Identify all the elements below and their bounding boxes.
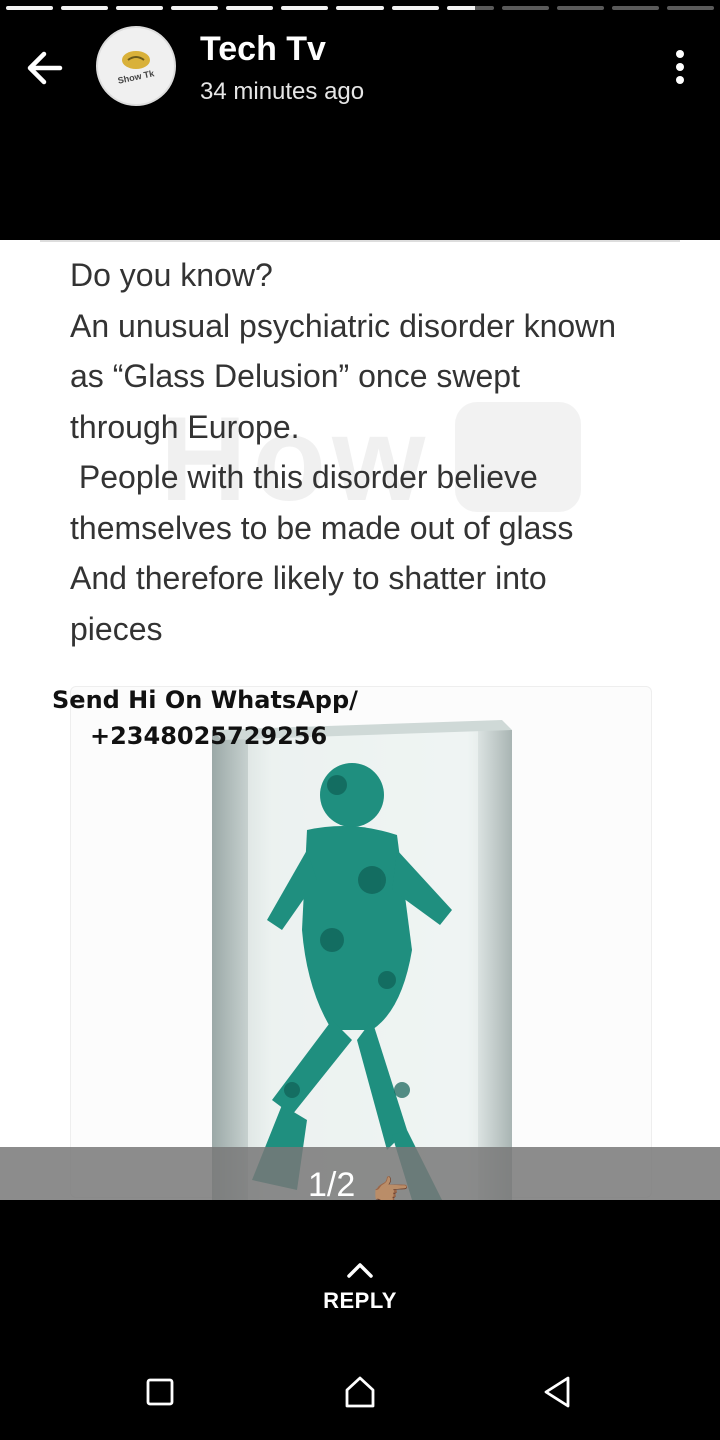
progress-segment — [281, 6, 329, 10]
progress-segment — [226, 6, 274, 10]
story-header: Show Tk Tech Tv 34 minutes ago — [0, 20, 720, 120]
back-arrow-icon[interactable] — [22, 44, 70, 92]
author-name[interactable]: Tech Tv — [200, 30, 326, 69]
recent-apps-icon[interactable] — [140, 1372, 180, 1412]
system-nav-bar — [0, 1360, 720, 1424]
home-icon[interactable] — [340, 1372, 380, 1412]
chevron-up-icon — [347, 1263, 373, 1278]
promo-line-2: +2348025729256 — [90, 722, 328, 750]
reply-label: REPLY — [323, 1288, 397, 1313]
pointing-hand-emoji: 👉🏽 — [372, 1175, 410, 1200]
reply-button[interactable]: REPLY — [0, 1260, 720, 1314]
progress-segment — [446, 6, 494, 10]
promo-line-1: Send Hi On WhatsApp/ — [52, 686, 358, 714]
progress-segment — [501, 6, 549, 10]
progress-segment — [611, 6, 659, 10]
glass-figure-image — [212, 720, 512, 1200]
caption-bar — [0, 1147, 720, 1200]
more-vert-icon[interactable] — [676, 50, 684, 84]
promo-text: Send Hi On WhatsApp/ +2348025729256 — [52, 682, 358, 754]
avatar[interactable]: Show Tk — [96, 26, 176, 106]
divider — [40, 240, 680, 242]
story-text: Do you know? An unusual psychiatric diso… — [70, 257, 617, 647]
progress-segment — [6, 6, 54, 10]
progress-segment — [171, 6, 219, 10]
story-content[interactable]: How Do you know? An unusual psychiatric … — [0, 240, 720, 1200]
progress-segment — [666, 6, 715, 10]
nav-back-icon[interactable] — [538, 1372, 578, 1412]
progress-segment — [336, 6, 384, 10]
story-progress — [6, 6, 715, 10]
progress-segment — [391, 6, 439, 10]
page-counter: 1/2 — [308, 1166, 356, 1200]
progress-segment — [556, 6, 604, 10]
progress-segment — [61, 6, 109, 10]
timestamp: 34 minutes ago — [200, 78, 365, 105]
progress-segment — [116, 6, 164, 10]
